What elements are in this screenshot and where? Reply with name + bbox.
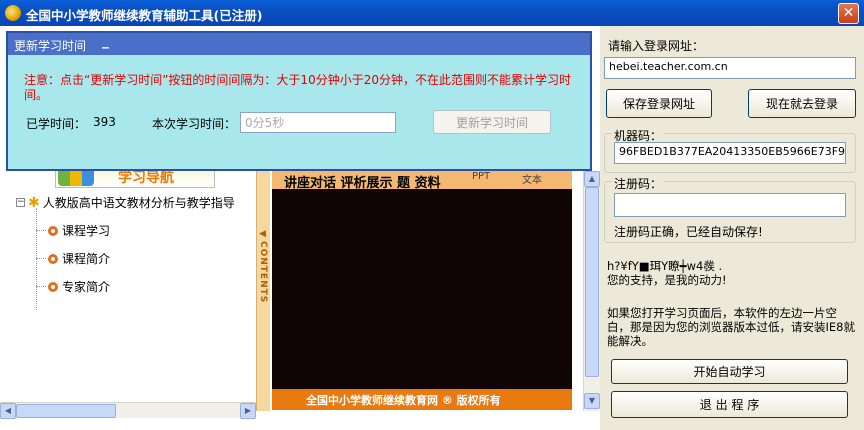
dialog-title: 更新学习时间 — [14, 39, 87, 53]
video-area: 讲座对话 评析展示 题 资料 PPT 文本 全国中小学教师继续教育网 ® 版权所… — [272, 171, 572, 410]
bullet-icon — [48, 253, 58, 264]
copyright-text: 全国中小学教师继续教育网 ® 版权所有 — [306, 394, 501, 407]
login-url-input[interactable]: hebei.teacher.com.cn — [604, 57, 856, 79]
vertical-scrollbar[interactable]: ▲ ▼ — [583, 171, 600, 411]
scroll-down-icon[interactable]: ▼ — [584, 393, 600, 409]
video-player[interactable] — [272, 189, 572, 389]
tree-item-course-study[interactable]: 课程学习 — [36, 222, 110, 239]
thanks-text: 您的支持，是我的动力! — [607, 273, 727, 287]
scroll-right-icon[interactable]: ▶ — [240, 403, 256, 419]
studied-time-value: 393 — [93, 115, 116, 129]
title-bar: 全国中小学教师继续教育辅助工具(已注册) ✕ — [0, 0, 864, 26]
minimize-icon[interactable]: _ — [102, 33, 109, 49]
app-icon — [5, 5, 21, 21]
tree-root[interactable]: − ✱ 人教版高中语文教材分析与教学指导 — [16, 194, 235, 211]
login-url-label: 请输入登录网址： — [608, 39, 705, 53]
this-time-field[interactable] — [240, 112, 396, 133]
scroll-left-icon[interactable]: ◀ — [0, 403, 16, 419]
garbled-text: h?¥fY■珥Y瞭┿w4彂 . — [607, 259, 723, 273]
tree-root-label: 人教版高中语文教材分析与教学指导 — [42, 196, 235, 210]
reg-ok-text: 注册码正确，已经自动保存! — [614, 225, 763, 239]
tree-item-label: 课程简介 — [62, 252, 111, 266]
video-footer: 全国中小学教师继续教育网 ® 版权所有 — [272, 389, 572, 410]
tree-item-label: 课程学习 — [62, 224, 111, 238]
machine-code-field[interactable]: 96FBED1B377EA20413350EB5966E73F9 — [614, 142, 846, 164]
close-button[interactable]: ✕ — [838, 3, 859, 24]
scroll-thumb[interactable] — [16, 404, 116, 418]
contents-toggle[interactable]: ◀ CONTENTS — [256, 171, 270, 411]
update-time-button[interactable]: 更新学习时间 — [433, 110, 551, 134]
scroll-thumb[interactable] — [585, 187, 599, 377]
this-time-label: 本次学习时间： — [152, 117, 237, 131]
bullet-icon — [48, 281, 58, 292]
window-title: 全国中小学教师继续教育辅助工具(已注册) — [26, 8, 263, 23]
horizontal-scrollbar[interactable]: ◀ ▶ — [0, 402, 256, 419]
tree-item-label: 专家简介 — [62, 280, 111, 294]
sparkle-icon: ✱ — [28, 194, 40, 211]
login-now-button[interactable]: 现在就去登录 — [748, 89, 856, 118]
collapse-icon[interactable]: − — [16, 198, 25, 207]
studied-time-label: 已学时间： — [26, 117, 87, 131]
bullet-icon — [48, 225, 58, 236]
reg-code-label: 注册码： — [612, 175, 665, 192]
tree-item-course-intro[interactable]: 课程简介 — [36, 250, 110, 267]
contents-label: CONTENTS — [258, 241, 268, 304]
exit-program-button[interactable]: 退 出 程 序 — [611, 391, 848, 418]
save-url-button[interactable]: 保存登录网址 — [606, 89, 712, 118]
video-header: 讲座对话 评析展示 题 资料 PPT 文本 — [272, 171, 572, 191]
notice-text: 注意：点击“更新学习时间”按钮的时间间隔为：大于10分钟小于20分钟，不在此范围… — [24, 73, 571, 102]
dialog-title-bar: 更新学习时间 _ — [8, 33, 590, 55]
tree-item-expert-intro[interactable]: 专家简介 — [36, 278, 110, 295]
ppt-link[interactable]: PPT — [472, 171, 490, 182]
hint-text: 如果您打开学习页面后，本软件的左边一片空白，那是因为您的浏览器版本过低，请安装I… — [607, 306, 855, 348]
arrow-left-icon: ◀ — [259, 229, 266, 239]
scroll-up-icon[interactable]: ▲ — [584, 171, 600, 187]
update-time-dialog: 更新学习时间 _ 注意：点击“更新学习时间”按钮的时间间隔为：大于10分钟小于2… — [6, 31, 592, 171]
reg-code-field[interactable] — [614, 193, 846, 217]
text-link[interactable]: 文本 — [522, 171, 542, 186]
start-auto-study-button[interactable]: 开始自动学习 — [611, 359, 848, 384]
